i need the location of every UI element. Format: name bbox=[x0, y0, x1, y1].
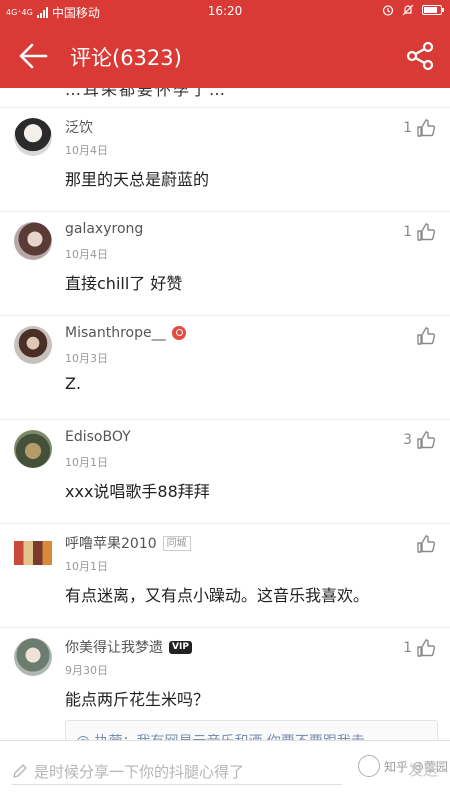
alarm-icon bbox=[382, 5, 394, 16]
status-bar: 4G⁺4G 中国移动 16:20 bbox=[0, 0, 450, 24]
thumbs-up-icon bbox=[417, 639, 436, 657]
comment-input[interactable]: 是时候分享一下你的抖腿心得了 bbox=[12, 753, 342, 789]
pencil-icon bbox=[13, 764, 27, 778]
like-button[interactable] bbox=[404, 534, 436, 554]
comment-date: 10月4日 bbox=[65, 144, 108, 157]
like-count: 1 bbox=[403, 640, 412, 656]
comment-item: Misanthrope__ 10月3日 Z. bbox=[0, 316, 450, 420]
comment-text: 那里的天总是蔚蓝的 bbox=[65, 170, 210, 189]
input-underline bbox=[12, 784, 342, 785]
comment-input-placeholder: 是时候分享一下你的抖腿心得了 bbox=[34, 762, 245, 781]
page-title: 评论(6323) bbox=[70, 46, 182, 70]
like-count: 3 bbox=[403, 432, 412, 448]
quote-text: @ 执营：我有网易云音乐和酒 你要不要跟我走 bbox=[76, 731, 365, 740]
like-count: 1 bbox=[403, 120, 412, 136]
mute-icon bbox=[402, 4, 414, 16]
comment-item: 呼噜苹果2010 同城 10月1日 有点迷离，又有点小躁动。这音乐我喜欢。 bbox=[0, 524, 450, 628]
replied-comment-quote[interactable]: @ 执营：我有网易云音乐和酒 你要不要跟我走 bbox=[65, 720, 438, 740]
comment-username[interactable]: 呼噜苹果2010 bbox=[65, 533, 157, 553]
comment-date: 10月4日 bbox=[65, 248, 108, 261]
comment-input-bar: 是时候分享一下你的抖腿心得了 知乎 @蕾园 发送 bbox=[0, 740, 450, 800]
previous-comment-fragment: …耳朵都要怀孕了… bbox=[0, 88, 450, 108]
comment-item: 泛饮 10月4日 那里的天总是蔚蓝的 1 bbox=[0, 108, 450, 212]
same-city-badge: 同城 bbox=[162, 535, 191, 551]
back-arrow-icon[interactable] bbox=[14, 40, 50, 72]
avatar[interactable] bbox=[14, 541, 52, 565]
like-button[interactable]: 1 bbox=[403, 222, 436, 242]
like-button[interactable] bbox=[404, 326, 436, 346]
comment-list[interactable]: …耳朵都要怀孕了… 泛饮 10月4日 那里的天总是蔚蓝的 1 galaxyron… bbox=[0, 88, 450, 740]
thumbs-up-icon bbox=[417, 119, 436, 137]
verified-badge-icon bbox=[171, 326, 186, 340]
avatar[interactable] bbox=[14, 118, 52, 156]
comment-text: Z. bbox=[65, 374, 82, 393]
like-count: 1 bbox=[403, 224, 412, 240]
avatar[interactable] bbox=[14, 430, 52, 468]
thumbs-up-icon bbox=[417, 327, 436, 345]
comment-text: xxx说唱歌手88拜拜 bbox=[65, 482, 210, 501]
avatar[interactable] bbox=[14, 326, 52, 364]
comment-date: 10月3日 bbox=[65, 352, 108, 365]
like-button[interactable]: 1 bbox=[403, 638, 436, 658]
comment-text: 能点两斤花生米吗？ bbox=[65, 690, 210, 709]
watermark-logo-icon bbox=[358, 755, 380, 777]
comment-date: 10月1日 bbox=[65, 456, 108, 469]
like-button[interactable]: 1 bbox=[403, 118, 436, 138]
avatar[interactable] bbox=[14, 222, 52, 260]
app-bar: 评论(6323) bbox=[0, 24, 450, 88]
avatar[interactable] bbox=[14, 638, 52, 676]
thumbs-up-icon bbox=[417, 223, 436, 241]
comment-text: 有点迷离，又有点小躁动。这音乐我喜欢。 bbox=[65, 586, 370, 605]
comment-date: 10月1日 bbox=[65, 560, 108, 573]
comment-username[interactable]: 你美得让我梦遗 bbox=[65, 637, 163, 657]
comment-date: 9月30日 bbox=[65, 664, 108, 677]
comment-username[interactable]: Misanthrope__ bbox=[65, 325, 166, 341]
thumbs-up-icon bbox=[417, 431, 436, 449]
comment-username[interactable]: 泛饮 bbox=[65, 117, 93, 137]
battery-icon bbox=[422, 5, 444, 15]
thumbs-up-icon bbox=[417, 535, 436, 553]
comment-item: EdisoBOY 10月1日 xxx说唱歌手88拜拜 3 bbox=[0, 420, 450, 524]
like-button[interactable]: 3 bbox=[403, 430, 436, 450]
comment-username[interactable]: galaxyrong bbox=[65, 221, 143, 237]
comment-text: 直接chill了 好赞 bbox=[65, 274, 183, 293]
comment-item: galaxyrong 10月4日 直接chill了 好赞 1 bbox=[0, 212, 450, 316]
send-button[interactable]: 发送 bbox=[408, 759, 438, 780]
comment-username[interactable]: EdisoBOY bbox=[65, 429, 131, 445]
share-icon[interactable] bbox=[404, 40, 436, 72]
vip-badge: VIP bbox=[169, 640, 192, 654]
